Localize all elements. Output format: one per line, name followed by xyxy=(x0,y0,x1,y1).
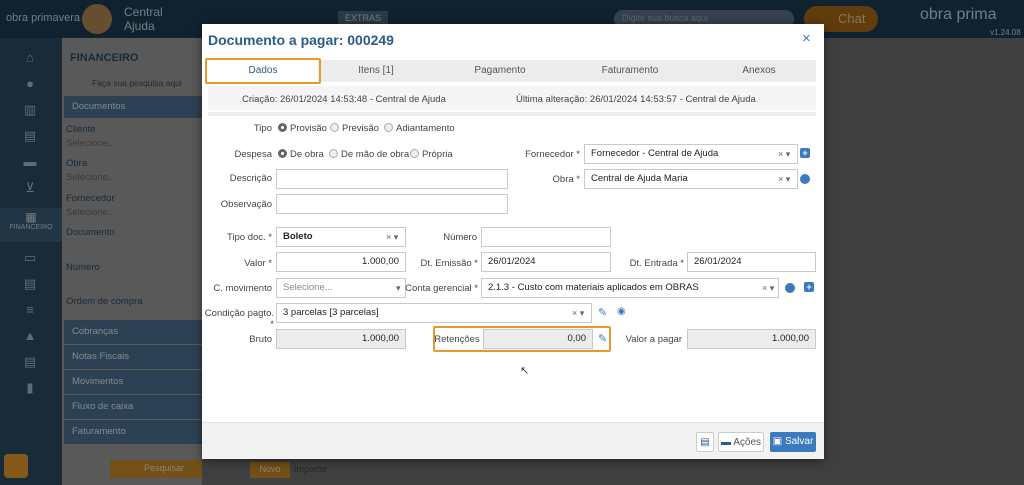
print-icon[interactable]: ▤ xyxy=(696,432,714,452)
condicao-label: Condição pagto. * xyxy=(204,308,274,330)
descricao-input[interactable] xyxy=(276,169,508,189)
close-icon[interactable]: × xyxy=(802,30,811,47)
dt-entrada-input[interactable]: 26/01/2024 xyxy=(687,252,816,272)
despesa-mao-obra-label: De mão de obra xyxy=(341,149,410,160)
despesa-label: Despesa xyxy=(234,149,273,160)
tipo-previsao-label: Previsão xyxy=(342,123,379,134)
obra-clear-icon[interactable]: × ▾ xyxy=(778,174,790,185)
despesa-propria-radio[interactable]: Própria xyxy=(410,149,453,160)
conta-info-icon[interactable] xyxy=(785,283,795,293)
obra-select[interactable]: Central de Ajuda Maria xyxy=(584,169,798,189)
alteracao-label: Última alteração: xyxy=(516,94,588,105)
tipo-adiantamento-radio[interactable]: Adiantamento xyxy=(384,123,455,134)
fornecedor-clear-icon[interactable]: × ▾ xyxy=(778,149,790,160)
tipo-provisao-radio[interactable]: Provisão xyxy=(278,123,327,134)
dt-emissao-label: Dt. Emissão * xyxy=(420,258,478,269)
criacao-value: 26/01/2024 14:53:48 - Central de Ajuda xyxy=(280,94,446,105)
observacao-label: Observação xyxy=(220,199,272,210)
tab-highlight xyxy=(205,58,321,84)
tab-faturamento[interactable]: Faturamento xyxy=(572,60,688,82)
salvar-button[interactable]: ▣ Salvar xyxy=(770,432,816,452)
acoes-label: Ações xyxy=(733,437,762,448)
criacao-row: Criação: 26/01/2024 14:53:48 - Central d… xyxy=(242,94,446,105)
view-condicao-icon[interactable]: ◉ xyxy=(617,306,626,317)
add-fornecedor-icon[interactable]: + xyxy=(800,148,810,158)
observacao-input[interactable] xyxy=(276,194,508,214)
despesa-propria-label: Própria xyxy=(422,149,453,160)
conta-gerencial-label: Conta gerencial * xyxy=(405,283,478,294)
descricao-label: Descrição xyxy=(229,173,272,184)
acoes-icon: ▬ xyxy=(720,437,731,448)
modal-title: Documento a pagar: 000249 xyxy=(208,32,394,48)
valor-pagar-field: 1.000,00 xyxy=(687,329,816,349)
bruto-label: Bruto xyxy=(249,334,272,345)
c-movimento-label: C. movimento xyxy=(213,283,272,294)
valor-label: Valor * xyxy=(244,258,272,269)
despesa-obra-radio[interactable]: De obra xyxy=(278,149,324,160)
divider xyxy=(208,112,816,116)
valor-pagar-label: Valor a pagar xyxy=(625,334,682,345)
numero-input[interactable] xyxy=(481,227,611,247)
despesa-obra-label: De obra xyxy=(290,149,324,160)
criacao-label: Criação: xyxy=(242,94,278,105)
salvar-label: Salvar xyxy=(784,436,814,447)
bruto-field: 1.000,00 xyxy=(276,329,406,349)
tipo-label: Tipo xyxy=(253,123,272,134)
despesa-mao-obra-radio[interactable]: De mão de obra xyxy=(329,149,409,160)
mouse-cursor-icon: ↖ xyxy=(520,365,530,377)
obra-info-icon[interactable] xyxy=(800,174,810,184)
add-conta-icon[interactable]: + xyxy=(804,282,814,292)
valor-input[interactable]: 1.000,00 xyxy=(276,252,406,272)
tipo-adiantamento-label: Adiantamento xyxy=(396,123,455,134)
retencoes-highlight xyxy=(433,326,611,352)
obra-label: Obra * xyxy=(552,174,580,185)
fornecedor-select[interactable]: Fornecedor - Central de Ajuda xyxy=(584,144,798,164)
condicao-clear-icon[interactable]: × ▾ xyxy=(572,308,584,319)
dt-entrada-label: Dt. Entrada * xyxy=(629,258,684,269)
tipo-doc-label: Tipo doc. * xyxy=(226,232,272,243)
tipo-previsao-radio[interactable]: Previsão xyxy=(330,123,379,134)
c-movimento-select[interactable]: Selecione... xyxy=(276,278,406,298)
tab-anexos[interactable]: Anexos xyxy=(702,60,816,82)
tab-pagamento[interactable]: Pagamento xyxy=(442,60,558,82)
acoes-button[interactable]: ▬ Ações xyxy=(718,432,764,452)
conta-gerencial-select[interactable]: 2.1.3 - Custo com materiais aplicados em… xyxy=(481,278,779,298)
tipo-provisao-label: Provisão xyxy=(290,123,327,134)
numero-label: Número xyxy=(443,232,477,243)
condicao-select[interactable]: 3 parcelas [3 parcelas] xyxy=(276,303,592,323)
edit-condicao-icon[interactable]: ✎ xyxy=(598,306,607,319)
tipo-doc-clear-icon[interactable]: × ▾ xyxy=(386,232,398,243)
documento-modal: Documento a pagar: 000249 × Dados Itens … xyxy=(202,24,824,459)
alteracao-value: 26/01/2024 14:53:57 - Central de Ajuda xyxy=(589,94,756,105)
tab-itens[interactable]: Itens [1] xyxy=(322,60,430,82)
dt-emissao-input[interactable]: 26/01/2024 xyxy=(481,252,611,272)
save-icon: ▣ xyxy=(772,436,783,447)
alteracao-row: Última alteração: 26/01/2024 14:53:57 - … xyxy=(516,94,756,105)
fornecedor-label: Fornecedor * xyxy=(525,149,580,160)
c-movimento-chevron-icon[interactable]: ▾ xyxy=(396,283,401,294)
conta-gerencial-clear-icon[interactable]: × ▾ xyxy=(762,283,774,294)
